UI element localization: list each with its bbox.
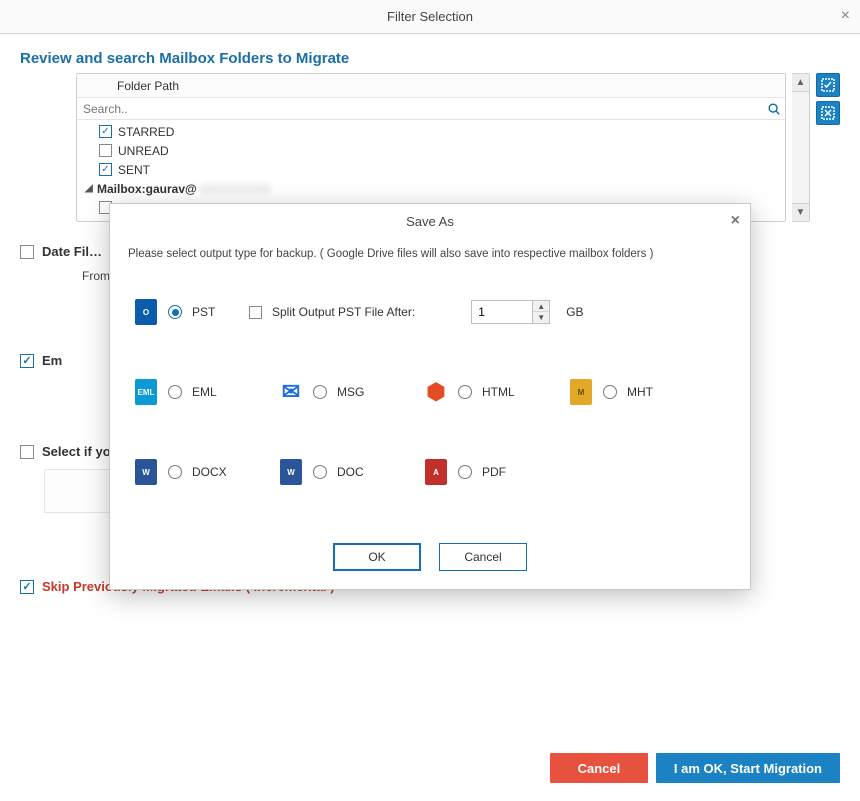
search-icon[interactable]	[763, 99, 785, 119]
mailbox-address: gaurav@	[146, 182, 197, 196]
outlook-icon: O	[134, 300, 158, 324]
spinner-up-icon[interactable]: ▲	[533, 301, 549, 312]
tree-row[interactable]: UNREAD	[77, 141, 785, 160]
docx-icon: W	[134, 460, 158, 484]
section-heading: Review and search Mailbox Folders to Mig…	[20, 50, 840, 67]
tree-mailbox-row[interactable]: ◢ Mailbox: gaurav@	[77, 179, 785, 198]
format-radio-pdf[interactable]	[458, 465, 472, 479]
format-radio-docx[interactable]	[168, 465, 182, 479]
option-label: Date Fil…	[42, 244, 102, 259]
pdf-icon: A	[424, 460, 448, 484]
window-title: Filter Selection	[387, 9, 473, 24]
checkbox-icon[interactable]	[20, 445, 34, 459]
checkbox-icon[interactable]: ✓	[99, 163, 112, 176]
checkbox-icon[interactable]	[20, 245, 34, 259]
checkbox-icon[interactable]: ✓	[20, 354, 34, 368]
start-migration-button[interactable]: I am OK, Start Migration	[656, 753, 840, 783]
split-size-spinner[interactable]: ▲ ▼	[471, 300, 550, 324]
tree-scrollbar[interactable]: ▲ ▼	[792, 73, 810, 222]
checkbox-icon[interactable]	[99, 144, 112, 157]
tree-row-label: SENT	[118, 163, 150, 177]
tree-search-input[interactable]	[77, 99, 763, 119]
format-label: MHT	[627, 385, 653, 399]
spinner-down-icon[interactable]: ▼	[533, 312, 549, 323]
tree-column-header: Folder Path	[77, 74, 785, 98]
format-label: EML	[192, 385, 217, 399]
scroll-down-icon[interactable]: ▼	[792, 203, 809, 221]
format-label: DOCX	[192, 465, 227, 479]
html-icon: ⬢	[424, 380, 448, 404]
eml-icon: EML	[134, 380, 158, 404]
format-label: DOC	[337, 465, 364, 479]
format-label: HTML	[482, 385, 515, 399]
format-label: MSG	[337, 385, 364, 399]
tree-row-label: STARRED	[118, 125, 174, 139]
format-radio-msg[interactable]	[313, 385, 327, 399]
folder-tree-panel: Folder Path ✓ STARRED UNREAD ✓ SENT	[76, 73, 786, 222]
tree-row[interactable]: ✓ STARRED	[77, 122, 785, 141]
doc-icon: W	[279, 460, 303, 484]
format-radio-eml[interactable]	[168, 385, 182, 399]
checkbox-icon[interactable]: ✓	[20, 580, 34, 594]
format-radio-doc[interactable]	[313, 465, 327, 479]
scroll-up-icon[interactable]: ▲	[792, 74, 809, 92]
checkbox-icon[interactable]: ✓	[99, 125, 112, 138]
format-radio-mht[interactable]	[603, 385, 617, 399]
format-label: PST	[192, 305, 215, 319]
format-radio-html[interactable]	[458, 385, 472, 399]
split-output-label: Split Output PST File After:	[272, 305, 415, 319]
mailbox-address-redacted	[199, 183, 271, 195]
dialog-title: Save As	[406, 214, 454, 229]
msg-icon: ✉	[279, 380, 303, 404]
dialog-subtitle: Please select output type for backup. ( …	[110, 238, 750, 264]
format-label: PDF	[482, 465, 506, 479]
window-titlebar: Filter Selection ×	[0, 0, 860, 34]
split-size-input[interactable]	[472, 305, 532, 319]
option-label: Select if yo	[42, 444, 111, 459]
mailbox-prefix: Mailbox:	[97, 182, 146, 196]
dialog-cancel-button[interactable]: Cancel	[439, 543, 527, 571]
deselect-all-button[interactable]	[816, 101, 840, 125]
tree-row[interactable]: ✓ SENT	[77, 160, 785, 179]
window-close-icon[interactable]: ×	[841, 8, 850, 24]
tree-row-label: UNREAD	[118, 144, 169, 158]
option-label: Em	[42, 353, 62, 368]
mht-icon: M	[569, 380, 593, 404]
split-output-checkbox[interactable]	[249, 306, 262, 319]
save-as-dialog: Save As × Please select output type for …	[109, 203, 751, 590]
select-all-button[interactable]	[816, 73, 840, 97]
cancel-button[interactable]: Cancel	[550, 753, 648, 783]
dialog-ok-button[interactable]: OK	[333, 543, 421, 571]
collapse-arrow-icon[interactable]: ◢	[85, 183, 95, 194]
format-radio-pst[interactable]	[168, 305, 182, 319]
dialog-close-icon[interactable]: ×	[731, 212, 740, 230]
split-size-unit: GB	[566, 305, 583, 319]
